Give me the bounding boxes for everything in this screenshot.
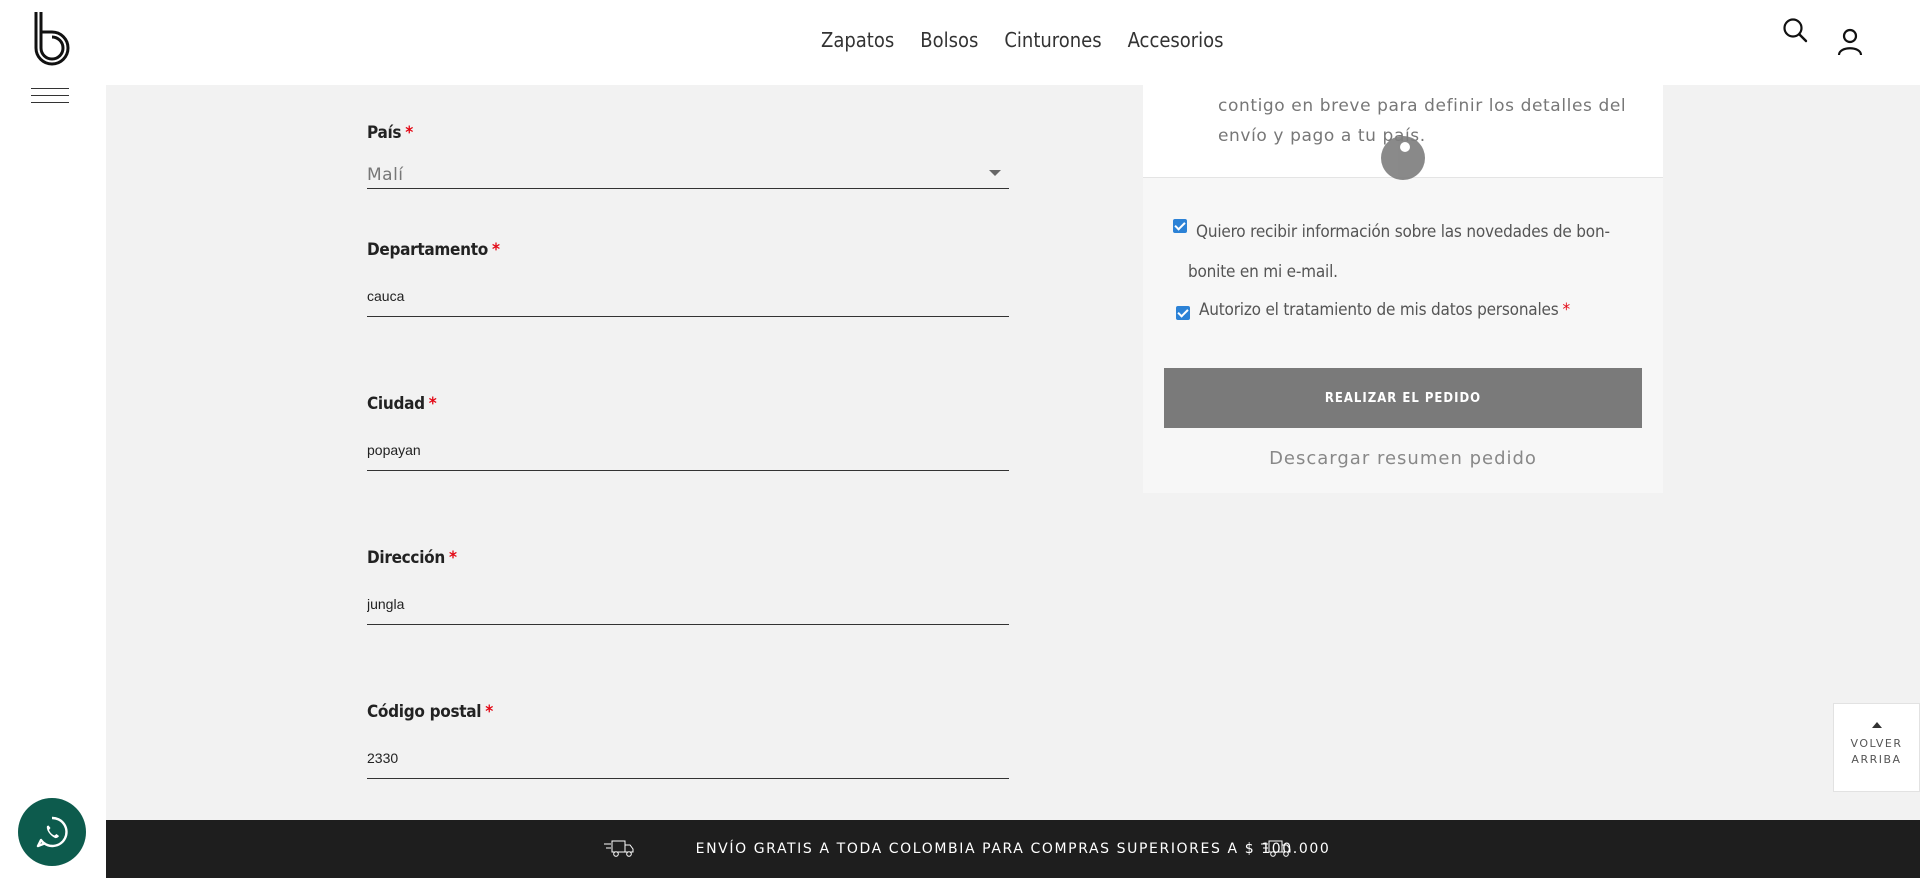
field-codigo-postal: Código postal * (367, 702, 1009, 784)
privacy-label: Autorizo el tratamiento de mis datos per… (1199, 300, 1559, 320)
whatsapp-icon (36, 816, 68, 848)
required-mark: * (428, 394, 437, 414)
download-summary-link[interactable]: Descargar resumen pedido (1143, 448, 1663, 469)
ciudad-input[interactable] (367, 442, 1009, 471)
menu-icon[interactable] (31, 88, 69, 106)
place-order-button[interactable]: REALIZAR EL PEDIDO (1164, 368, 1642, 428)
order-notice-text: contigo en breve para definir los detall… (1218, 96, 1627, 146)
nav-cinturones[interactable]: Cinturones (1004, 28, 1101, 52)
required-mark: * (405, 123, 413, 143)
field-pais: País * Malí (367, 123, 1009, 193)
chevron-down-icon (989, 170, 1001, 176)
newsletter-label: Quiero recibir información sobre las nov… (1188, 222, 1610, 282)
arrow-up-icon (1871, 722, 1882, 728)
required-mark: * (491, 240, 500, 260)
site-header: Zapatos Bolsos Cinturones Accesorios (0, 0, 1920, 85)
direccion-input[interactable] (367, 596, 1009, 625)
field-direccion: Dirección * (367, 548, 1009, 630)
codigo-postal-label: Código postal (367, 702, 482, 722)
back-to-top-line2: ARRIBA (1851, 753, 1902, 766)
pais-label: País (367, 123, 402, 143)
country-select[interactable]: Malí (367, 159, 1009, 189)
whatsapp-button[interactable] (18, 798, 86, 866)
search-icon[interactable] (1782, 17, 1808, 43)
newsletter-checkbox[interactable] (1173, 219, 1187, 233)
departamento-label: Departamento (367, 240, 488, 260)
required-mark: * (485, 702, 493, 722)
country-select-value: Malí (367, 165, 404, 185)
codigo-postal-input[interactable] (367, 750, 1009, 779)
required-mark: * (448, 548, 457, 568)
back-to-top-button[interactable]: VOLVER ARRIBA (1833, 703, 1920, 792)
shipping-banner-text: ENVÍO GRATIS A TODA COLOMBIA PARA COMPRA… (695, 841, 1331, 857)
user-icon[interactable] (1837, 27, 1863, 57)
shipping-banner: ENVÍO GRATIS A TODA COLOMBIA PARA COMPRA… (106, 820, 1920, 878)
field-ciudad: Ciudad * (367, 394, 1009, 476)
back-to-top-line1: VOLVER (1850, 737, 1903, 750)
order-actions: Quiero recibir información sobre las nov… (1143, 177, 1663, 493)
nav-accesorios[interactable]: Accesorios (1128, 28, 1224, 52)
direccion-label: Dirección (367, 548, 445, 568)
nav-bolsos[interactable]: Bolsos (920, 28, 978, 52)
privacy-checkbox[interactable] (1176, 306, 1190, 320)
field-departamento: Departamento * (367, 240, 1009, 322)
truck-icon (1261, 840, 1291, 857)
ciudad-label: Ciudad (367, 394, 425, 414)
loading-spinner-icon (1381, 136, 1425, 180)
departamento-input[interactable] (367, 288, 1009, 317)
brand-logo[interactable] (30, 10, 74, 70)
nav-zapatos[interactable]: Zapatos (821, 28, 894, 52)
left-rail (0, 85, 106, 878)
required-mark: * (1562, 300, 1571, 320)
